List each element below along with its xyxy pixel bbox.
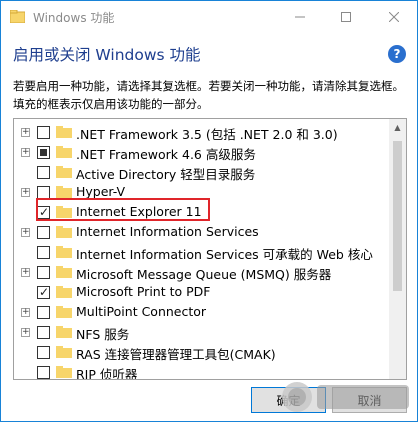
folder-icon <box>56 266 72 278</box>
folder-icon <box>56 346 72 358</box>
expand-plus-icon[interactable]: + <box>21 228 30 237</box>
feature-checkbox[interactable] <box>37 326 50 339</box>
folder-icon <box>56 286 72 298</box>
feature-checkbox[interactable] <box>37 226 50 239</box>
folder-icon <box>56 126 72 138</box>
feature-checkbox[interactable] <box>37 146 50 159</box>
folder-icon <box>56 226 72 238</box>
feature-label: RAS 连接管理器管理工具包(CMAK) <box>76 347 276 362</box>
folder-icon <box>56 246 72 258</box>
close-icon <box>389 12 399 22</box>
feature-label: Microsoft Print to PDF <box>76 284 211 299</box>
folder-icon <box>56 366 72 378</box>
feature-row[interactable]: Active Directory 轻型目录服务 <box>14 162 390 182</box>
feature-checkbox[interactable] <box>37 246 50 259</box>
expand-plus-icon[interactable]: + <box>21 148 30 157</box>
expand-plus-icon[interactable]: + <box>21 188 30 197</box>
feature-checkbox[interactable] <box>37 306 50 319</box>
folder-icon <box>56 146 72 158</box>
expand-plus-icon[interactable]: + <box>21 328 30 337</box>
feature-label: Internet Information Services 可承载的 Web 核… <box>76 247 373 262</box>
feature-row[interactable]: + .NET Framework 3.5 (包括 .NET 2.0 和 3.0) <box>14 122 390 142</box>
feature-checkbox[interactable] <box>37 266 50 279</box>
feature-row[interactable]: Internet Information Services 可承载的 Web 核… <box>14 242 390 262</box>
scrollbar-thumb[interactable] <box>393 141 402 291</box>
folder-icon <box>56 306 72 318</box>
feature-checkbox[interactable] <box>37 126 50 139</box>
feature-label: Hyper-V <box>76 184 126 199</box>
expand-plus-icon[interactable]: + <box>21 128 30 137</box>
scroll-up-arrow-icon[interactable]: ▲ <box>389 119 406 136</box>
expand-plus-icon[interactable]: + <box>21 268 30 277</box>
window-title: Windows 功能 <box>33 11 115 25</box>
feature-row[interactable]: + Microsoft Message Queue (MSMQ) 服务器 <box>14 262 390 282</box>
maximize-button[interactable] <box>323 1 369 33</box>
help-icon[interactable]: ? <box>388 45 406 63</box>
feature-label: .NET Framework 4.6 高级服务 <box>76 147 256 162</box>
close-button[interactable] <box>371 1 417 33</box>
feature-checkbox[interactable]: ✓ <box>37 285 50 299</box>
feature-label: RIP 侦听器 <box>76 367 138 380</box>
feature-checkbox[interactable] <box>37 366 50 379</box>
feature-row[interactable]: + MultiPoint Connector <box>14 302 390 322</box>
minimize-button[interactable] <box>277 1 323 33</box>
windows-features-dialog: Windows 功能 启用或关闭 Windows 功能 ? 若要启用一种功能，请… <box>0 0 418 422</box>
highlight-annotation <box>36 198 210 221</box>
folder-icon <box>56 186 72 198</box>
feature-checkbox[interactable] <box>37 166 50 179</box>
dialog-heading: 启用或关闭 Windows 功能 <box>13 46 201 64</box>
expand-plus-icon[interactable]: + <box>21 308 30 317</box>
folder-icon <box>56 166 72 178</box>
feature-label: Internet Information Services <box>76 224 259 239</box>
features-tree[interactable]: + .NET Framework 3.5 (包括 .NET 2.0 和 3.0) +… <box>13 118 407 380</box>
feature-row[interactable]: + Internet Information Services <box>14 222 390 242</box>
feature-label: .NET Framework 3.5 (包括 .NET 2.0 和 3.0) <box>76 127 338 142</box>
feature-label: MultiPoint Connector <box>76 304 207 319</box>
maximize-icon <box>341 12 351 22</box>
check-mark-icon: ✓ <box>39 285 50 299</box>
watermark-logo <box>282 382 409 412</box>
dialog-description: 若要启用一种功能，请选择其复选框。若要关闭一种功能，请清除其复选框。填充的框表示… <box>13 79 404 111</box>
feature-row[interactable]: + .NET Framework 4.6 高级服务 <box>14 142 390 162</box>
feature-label: Active Directory 轻型目录服务 <box>76 167 256 182</box>
feature-row[interactable]: + NFS 服务 <box>14 322 390 342</box>
windows-features-icon <box>10 10 25 23</box>
title-bar[interactable]: Windows 功能 <box>1 1 417 33</box>
vertical-scrollbar[interactable]: ▲ <box>389 119 406 379</box>
feature-label: NFS 服务 <box>76 327 130 342</box>
feature-row[interactable]: RAS 连接管理器管理工具包(CMAK) <box>14 342 390 362</box>
feature-row[interactable]: ✓ Microsoft Print to PDF <box>14 282 390 302</box>
minimize-icon <box>295 16 305 18</box>
feature-label: Microsoft Message Queue (MSMQ) 服务器 <box>76 267 332 282</box>
feature-checkbox[interactable] <box>37 346 50 359</box>
folder-icon <box>56 326 72 338</box>
